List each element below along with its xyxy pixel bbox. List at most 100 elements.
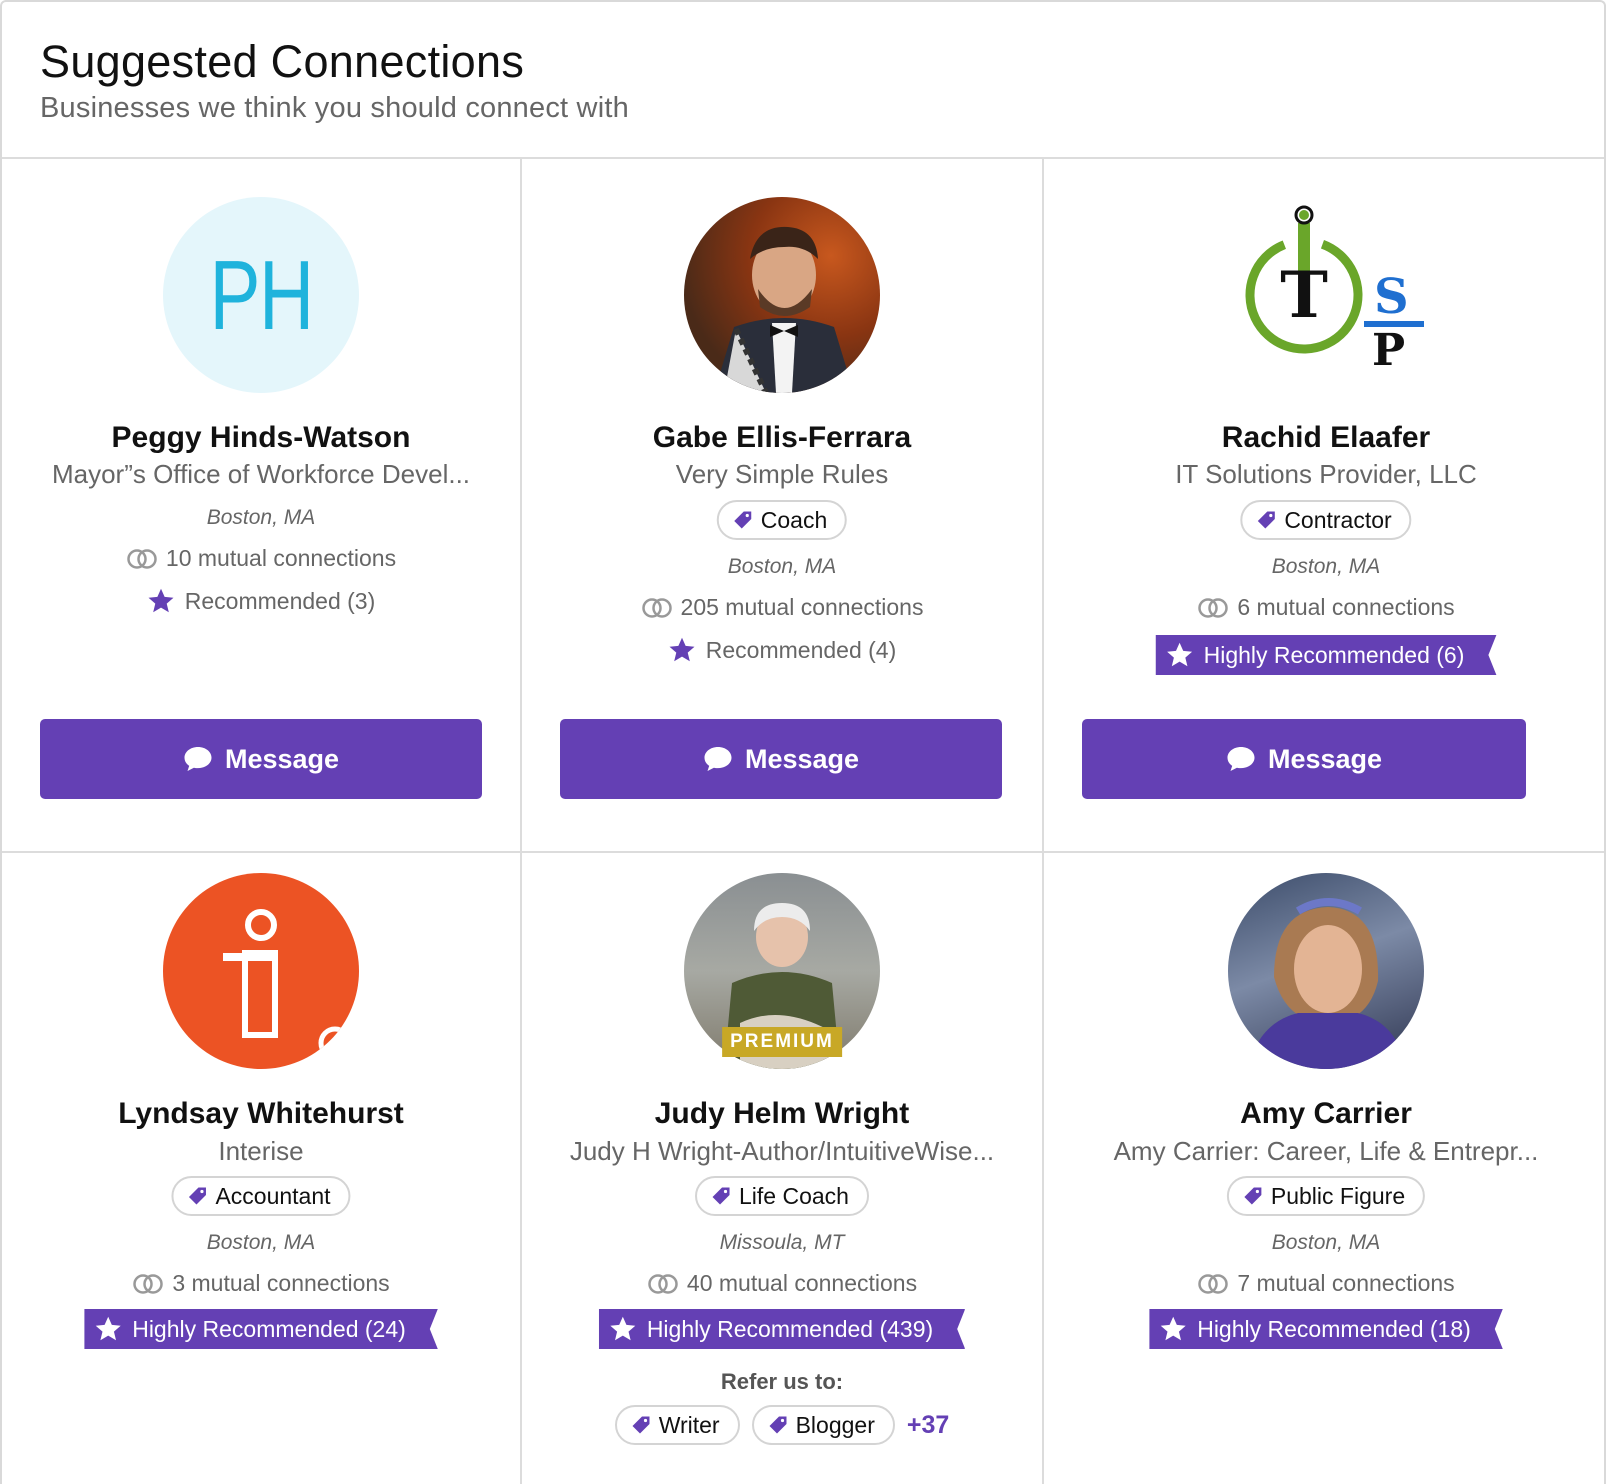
company-logo: T S P xyxy=(1245,205,1424,376)
mutual-count: 7 mutual connections xyxy=(1237,1270,1455,1296)
connection-card: Amy Carrier Amy Carrier: Career, Life & … xyxy=(1044,853,1604,1484)
message-label: Message xyxy=(1267,743,1383,774)
star-icon xyxy=(94,1315,122,1343)
contact-name[interactable]: Rachid Elaafer xyxy=(1044,421,1604,455)
mutual-connections[interactable]: 205 mutual connections xyxy=(522,594,1042,621)
tag-icon xyxy=(1257,511,1275,529)
tag-label: Contractor xyxy=(1284,506,1392,533)
tag-label: Coach xyxy=(760,506,828,533)
rings-icon xyxy=(641,597,672,618)
message-label: Message xyxy=(224,743,340,774)
star-icon xyxy=(669,637,695,662)
avatar[interactable] xyxy=(163,873,359,1069)
contact-org: Interise xyxy=(218,1136,304,1166)
contact-org: IT Solutions Provider, LLC xyxy=(1175,459,1477,489)
rings-icon xyxy=(133,1273,164,1294)
tag-label: Accountant xyxy=(215,1182,331,1209)
logo-side-text-2: P xyxy=(1372,325,1405,376)
contact-org: Very Simple Rules xyxy=(675,459,889,489)
contact-location: Boston, MA xyxy=(727,555,837,578)
more-tags-link[interactable]: +37 xyxy=(907,1411,949,1440)
chat-bubble-icon xyxy=(1227,747,1255,771)
mutual-connections[interactable]: 7 mutual connections xyxy=(1044,1270,1604,1297)
contact-location: Boston, MA xyxy=(206,1231,316,1254)
person-photo xyxy=(714,226,854,393)
recommendation-text: Highly Recommended (439) xyxy=(646,1315,934,1342)
star-icon xyxy=(609,1315,637,1343)
highly-recommended-ribbon: Highly Recommended (6) xyxy=(1156,635,1497,675)
connection-card: T S P Rachid Elaafer IT Solutions Provid… xyxy=(1044,159,1604,851)
mutual-count: 3 mutual connections xyxy=(172,1270,390,1296)
avatar[interactable]: T S P xyxy=(1228,197,1424,393)
contact-name[interactable]: Judy Helm Wright xyxy=(522,1097,1042,1131)
tag-label: Blogger xyxy=(795,1411,875,1438)
recommendation-text: Highly Recommended (24) xyxy=(132,1315,406,1342)
avatar[interactable] xyxy=(1228,873,1424,1069)
category-tag[interactable]: Public Figure xyxy=(1226,1176,1426,1216)
panel-title: Suggested Connections xyxy=(40,36,525,87)
connections-grid: PH Peggy Hinds-Watson Mayor”s Office of … xyxy=(2,159,1604,1484)
contact-location: Missoula, MT xyxy=(719,1231,845,1254)
refer-tag[interactable]: Blogger xyxy=(751,1405,895,1445)
recommendation-text: Recommended (4) xyxy=(705,636,897,663)
contact-org: Judy H Wright-Author/IntuitiveWise... xyxy=(569,1136,995,1166)
message-button[interactable]: Message xyxy=(560,719,1002,799)
mutual-connections[interactable]: 6 mutual connections xyxy=(1044,594,1604,621)
mutual-connections[interactable]: 3 mutual connections xyxy=(2,1270,520,1297)
avatar[interactable] xyxy=(684,197,880,393)
refer-tag[interactable]: Writer xyxy=(614,1405,740,1445)
category-tag[interactable]: Coach xyxy=(716,500,848,540)
chat-bubble-icon xyxy=(704,747,732,771)
message-label: Message xyxy=(744,743,860,774)
contact-name[interactable]: Lyndsay Whitehurst xyxy=(2,1097,520,1131)
connection-card: PREMIUM Judy Helm Wright Judy H Wright-A… xyxy=(522,853,1042,1484)
mutual-count: 205 mutual connections xyxy=(680,594,924,620)
category-tag[interactable]: Life Coach xyxy=(695,1176,869,1216)
avatar-initials: PH xyxy=(209,239,314,350)
contact-org: Mayor”s Office of Workforce Devel... xyxy=(51,459,471,489)
tag-label: Writer xyxy=(658,1411,720,1438)
company-logo xyxy=(223,909,352,1060)
mutual-connections[interactable]: 40 mutual connections xyxy=(522,1270,1042,1297)
rings-icon xyxy=(127,548,157,569)
tag-icon xyxy=(188,1187,206,1205)
contact-name[interactable]: Amy Carrier xyxy=(1044,1097,1604,1131)
recommendation-text: Highly Recommended (6) xyxy=(1203,641,1465,668)
tag-icon xyxy=(632,1416,650,1434)
premium-badge: PREMIUM xyxy=(722,1027,842,1057)
contact-name[interactable]: Gabe Ellis-Ferrara xyxy=(522,421,1042,455)
tag-icon xyxy=(712,1187,730,1205)
refer-label: Refer us to: xyxy=(720,1369,844,1394)
message-button[interactable]: Message xyxy=(40,719,482,799)
highly-recommended-ribbon: Highly Recommended (18) xyxy=(1149,1309,1503,1349)
rings-icon xyxy=(1198,1273,1229,1294)
category-tag[interactable]: Accountant xyxy=(171,1176,351,1216)
contact-org: Amy Carrier: Career, Life & Entrepr... xyxy=(1113,1136,1539,1166)
connection-card: PH Peggy Hinds-Watson Mayor”s Office of … xyxy=(2,159,520,851)
recommendation: Recommended (4) xyxy=(522,636,1042,664)
star-icon xyxy=(1159,1315,1187,1343)
star-icon xyxy=(148,588,174,613)
connection-card: Lyndsay Whitehurst Interise Accountant B… xyxy=(2,853,520,1484)
recommendation-text: Recommended (3) xyxy=(184,587,376,614)
avatar[interactable]: PH xyxy=(163,197,359,393)
mutual-count: 6 mutual connections xyxy=(1237,594,1455,620)
recommendation: Recommended (3) xyxy=(2,587,520,615)
message-button[interactable]: Message xyxy=(1082,719,1526,799)
suggested-connections-panel: Suggested Connections Businesses we thin… xyxy=(0,0,1606,1484)
tag-icon xyxy=(734,511,752,529)
tag-icon xyxy=(1244,1187,1262,1205)
contact-name[interactable]: Peggy Hinds-Watson xyxy=(2,421,520,455)
contact-location: Boston, MA xyxy=(1271,555,1381,578)
mutual-count: 40 mutual connections xyxy=(686,1270,918,1296)
star-icon xyxy=(1166,641,1194,669)
logo-letter: T xyxy=(1280,258,1328,333)
highly-recommended-ribbon: Highly Recommended (24) xyxy=(84,1309,438,1349)
chat-bubble-icon xyxy=(184,747,212,771)
contact-location: Boston, MA xyxy=(1271,1231,1381,1254)
mutual-connections[interactable]: 10 mutual connections xyxy=(2,545,520,572)
connection-card: Gabe Ellis-Ferrara Very Simple Rules Coa… xyxy=(522,159,1042,851)
recommendation-text: Highly Recommended (18) xyxy=(1197,1315,1471,1342)
category-tag[interactable]: Contractor xyxy=(1240,500,1412,540)
tag-label: Public Figure xyxy=(1270,1182,1406,1209)
